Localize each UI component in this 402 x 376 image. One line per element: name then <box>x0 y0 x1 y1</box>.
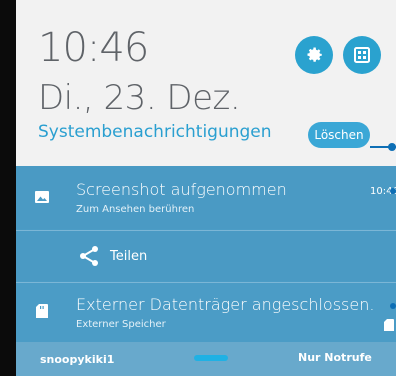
image-icon <box>35 191 49 203</box>
sd-card-small-icon <box>384 319 394 331</box>
indicator-dot <box>388 143 396 151</box>
drag-handle[interactable] <box>194 355 228 361</box>
right-edge <box>396 0 402 376</box>
share-icon <box>80 246 98 266</box>
share-action-row[interactable]: Teilen <box>16 230 396 281</box>
notification-subtitle: Externer Speicher <box>76 319 166 330</box>
clock-time: 10:46 <box>38 25 149 71</box>
notification-title: Screenshot aufgenommen <box>76 180 287 199</box>
status-bottom-bar: snoopykiki1 Nur Notrufe <box>16 342 396 376</box>
notification-title: Externer Datenträger angeschlossen. <box>76 295 375 314</box>
notification-subtitle: Zum Ansehen berühren <box>76 204 195 215</box>
gear-icon <box>307 47 322 62</box>
clear-all-button[interactable]: Löschen <box>308 122 370 148</box>
notification-screenshot[interactable]: Screenshot aufgenommen Zum Ansehen berüh… <box>16 166 396 229</box>
section-title: Systembenachrichtigungen <box>38 122 272 142</box>
quick-settings-button[interactable] <box>343 36 381 74</box>
carrier-label: snoopykiki1 <box>40 353 115 366</box>
notification-external-storage[interactable]: Externer Datenträger angeschlossen. Exte… <box>16 282 396 342</box>
emergency-calls-label: Nur Notrufe <box>298 351 372 364</box>
share-label: Teilen <box>110 249 148 264</box>
notification-shade-screenshot: 10:46 Di., 23. Dez. Systembenachrichtigu… <box>0 0 402 376</box>
sd-card-icon <box>36 304 48 318</box>
quick-settings-icon <box>354 47 370 63</box>
clock-date: Di., 23. Dez. <box>38 78 241 118</box>
notification-list: Screenshot aufgenommen Zum Ansehen berüh… <box>16 166 396 342</box>
settings-button[interactable] <box>295 36 333 74</box>
left-edge-bar <box>0 0 16 376</box>
notification-panel: 10:46 Di., 23. Dez. Systembenachrichtigu… <box>16 0 396 376</box>
